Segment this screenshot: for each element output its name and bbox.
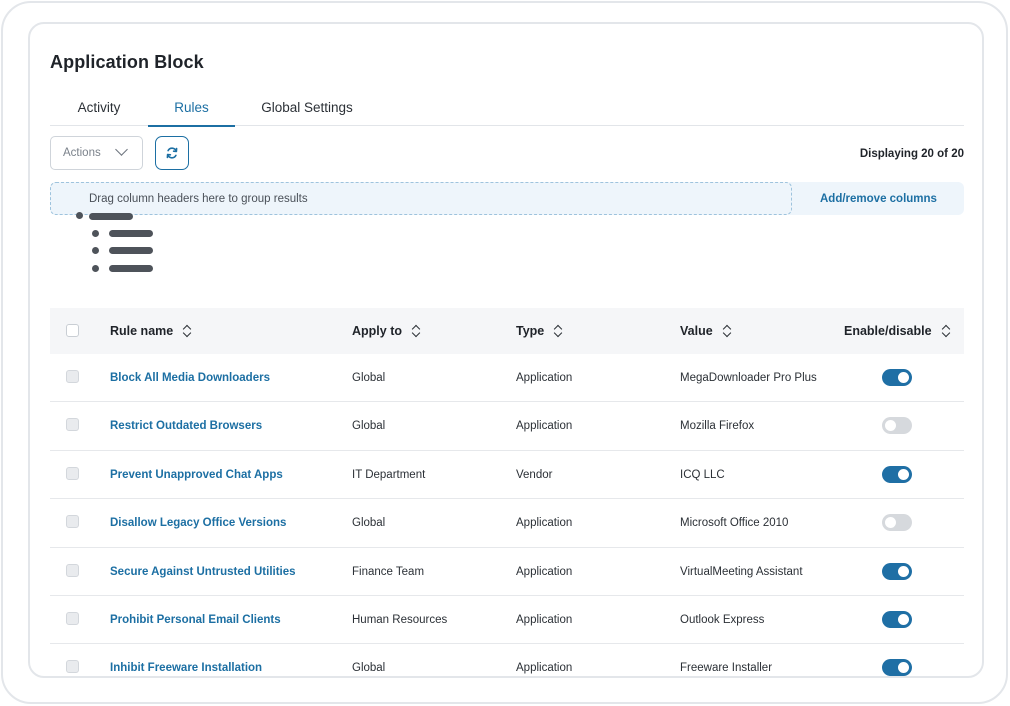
- enable-toggle[interactable]: [882, 610, 912, 628]
- add-remove-columns-link[interactable]: Add/remove columns: [820, 182, 937, 215]
- enable-toggle[interactable]: [882, 369, 912, 386]
- enable-toggle[interactable]: [882, 562, 912, 580]
- value-cell: MegaDownloader Pro Plus: [680, 372, 817, 384]
- sort-icon: [412, 324, 420, 338]
- table-header: Rule name Apply to Type Value Enable/dis…: [50, 308, 964, 354]
- type-cell: Application: [516, 420, 573, 433]
- apply-to-cell: Global: [352, 517, 386, 530]
- sort-icon: [942, 324, 950, 338]
- list-icon-bar: [89, 213, 133, 220]
- column-header-label: Apply to: [352, 324, 402, 338]
- enable-toggle[interactable]: [882, 514, 912, 532]
- row-checkbox[interactable]: [66, 563, 79, 577]
- list-icon-dot: [92, 230, 99, 237]
- list-icon-dot: [92, 247, 99, 254]
- select-all-checkbox[interactable]: [66, 324, 79, 337]
- value-cell: Mozilla Firefox: [680, 420, 755, 433]
- value-cell: VirtualMeeting Assistant: [680, 565, 803, 578]
- refresh-button[interactable]: [155, 136, 189, 170]
- type-cell: Application: [516, 613, 573, 626]
- column-header-apply-to[interactable]: Apply to: [352, 308, 420, 354]
- chevron-down-icon: [115, 143, 128, 156]
- toggle-knob: [898, 662, 909, 674]
- tab-activity[interactable]: Activity: [50, 88, 148, 126]
- table-row: Prevent Unapproved Chat Apps IT Departmen…: [50, 451, 964, 500]
- type-cell: Application: [516, 517, 573, 530]
- table-row: Restrict Outdated Browsers Global Applicat…: [50, 402, 964, 451]
- row-checkbox[interactable]: [66, 611, 79, 625]
- list-icon-dot: [92, 265, 99, 272]
- toggle-knob: [898, 468, 909, 480]
- display-count: Displaying 20 of 20: [859, 148, 964, 160]
- actions-label: Actions: [63, 147, 101, 159]
- table-row: Disallow Legacy Office Versions Global App…: [50, 499, 964, 548]
- row-checkbox[interactable]: [66, 515, 79, 529]
- value-cell: ICQ LLC: [680, 468, 725, 481]
- type-cell: Application: [516, 372, 573, 384]
- tab-rules[interactable]: Rules: [148, 88, 235, 127]
- rule-name-link[interactable]: Block All Media Downloaders: [110, 354, 270, 402]
- refresh-icon: [166, 147, 178, 159]
- rule-name-link[interactable]: Inhibit Freeware Installation: [110, 644, 262, 676]
- list-icon: [74, 204, 164, 284]
- sort-icon: [183, 324, 191, 338]
- group-drop-hint: Drag column headers here to group result…: [89, 192, 308, 205]
- row-checkbox[interactable]: [66, 466, 79, 480]
- column-header-label: Enable/disable: [844, 324, 932, 338]
- apply-to-cell: Global: [352, 662, 386, 675]
- table-row: Block All Media Downloaders Global Applica…: [50, 354, 964, 403]
- value-cell: Outlook Express: [680, 613, 765, 626]
- rules-table: Rule name Apply to Type Value Enable/dis…: [50, 308, 964, 676]
- table-body: Block All Media Downloaders Global Applica…: [50, 354, 964, 676]
- apply-to-cell: Finance Team: [352, 565, 425, 578]
- table-row: Secure Against Untrusted Utilities Financ…: [50, 548, 964, 596]
- column-header-label: Rule name: [110, 324, 174, 338]
- type-cell: Application: [516, 565, 573, 578]
- toggle-knob: [885, 420, 896, 432]
- page-title: Application Block: [50, 52, 204, 72]
- rule-name-link[interactable]: Prohibit Personal Email Clients: [110, 596, 281, 644]
- column-header-value[interactable]: Value: [680, 308, 731, 354]
- list-icon-bar: [109, 247, 153, 254]
- enable-toggle[interactable]: [882, 465, 912, 483]
- apply-to-cell: Global: [352, 420, 386, 433]
- table-row: Inhibit Freeware Installation Global Appli…: [50, 644, 964, 676]
- enable-toggle[interactable]: [882, 659, 912, 676]
- column-header-label: Value: [680, 324, 713, 338]
- row-checkbox[interactable]: [66, 418, 79, 432]
- toggle-knob: [898, 372, 909, 383]
- rule-name-link[interactable]: Disallow Legacy Office Versions: [110, 499, 286, 547]
- column-header-enable-disable[interactable]: Enable/disable: [844, 308, 950, 354]
- apply-to-cell: IT Department: [352, 468, 426, 481]
- rule-name-link[interactable]: Secure Against Untrusted Utilities: [110, 548, 296, 596]
- row-checkbox[interactable]: [66, 660, 79, 674]
- sort-icon: [554, 324, 562, 338]
- value-cell: Freeware Installer: [680, 662, 773, 675]
- row-checkbox[interactable]: [66, 370, 79, 383]
- sort-icon: [723, 324, 731, 338]
- value-cell: Microsoft Office 2010: [680, 517, 789, 530]
- group-bar: Drag column headers here to group result…: [50, 182, 964, 215]
- table-row: Prohibit Personal Email Clients Human Res…: [50, 596, 964, 645]
- rule-name-link[interactable]: Prevent Unapproved Chat Apps: [110, 451, 283, 499]
- actions-dropdown[interactable]: Actions: [50, 136, 143, 170]
- apply-to-cell: Global: [352, 372, 386, 384]
- column-header-label: Type: [516, 324, 545, 338]
- toggle-knob: [898, 565, 909, 577]
- apply-to-cell: Human Resources: [352, 613, 448, 626]
- rule-name-link[interactable]: Restrict Outdated Browsers: [110, 402, 262, 450]
- list-icon-dot: [76, 212, 83, 219]
- column-header-type[interactable]: Type: [516, 308, 562, 354]
- toggle-knob: [885, 517, 896, 529]
- toggle-knob: [898, 613, 909, 625]
- list-icon-bar: [109, 230, 153, 237]
- column-header-rule-name[interactable]: Rule name: [110, 308, 191, 354]
- list-icon-bar: [109, 265, 153, 272]
- type-cell: Vendor: [516, 468, 553, 481]
- tab-bar: Activity Rules Global Settings: [50, 88, 964, 127]
- application-block-panel: Application Block Activity Rules Global …: [28, 22, 984, 678]
- enable-toggle[interactable]: [882, 417, 912, 435]
- type-cell: Application: [516, 662, 573, 675]
- tab-global-settings[interactable]: Global Settings: [235, 88, 379, 126]
